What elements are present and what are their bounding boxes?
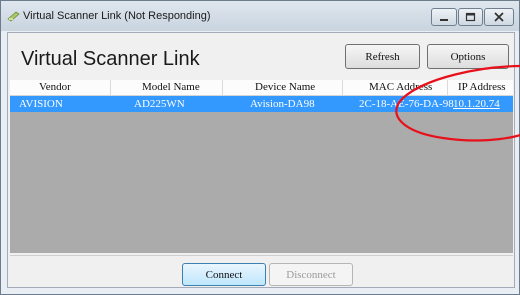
window-title: Virtual Scanner Link (Not Responding)	[23, 10, 211, 22]
column-header-ip[interactable]: IP Address	[458, 81, 506, 93]
app-window: Virtual Scanner Link (Not Responding) Vi…	[0, 0, 520, 295]
minimize-icon	[440, 19, 448, 21]
cell-ip-link[interactable]: 10.1.20.74	[453, 98, 500, 110]
device-list[interactable]: Vendor Model Name Device Name MAC Addres…	[10, 80, 513, 253]
scanner-app-icon	[7, 11, 20, 22]
table-header: Vendor Model Name Device Name MAC Addres…	[10, 80, 513, 96]
options-button[interactable]: Options	[427, 44, 509, 69]
column-header-device[interactable]: Device Name	[255, 81, 315, 93]
column-header-model[interactable]: Model Name	[142, 81, 200, 93]
column-divider[interactable]	[342, 80, 343, 95]
cell-model: AD225WN	[134, 98, 185, 110]
cell-device: Avision-DA98	[250, 98, 315, 110]
column-header-vendor[interactable]: Vendor	[39, 81, 71, 93]
page-title: Virtual Scanner Link	[21, 48, 200, 70]
connect-button[interactable]: Connect	[182, 263, 266, 286]
refresh-button[interactable]: Refresh	[345, 44, 420, 69]
close-button[interactable]	[484, 8, 514, 26]
disconnect-button: Disconnect	[269, 263, 353, 286]
title-bar[interactable]: Virtual Scanner Link (Not Responding)	[1, 1, 519, 31]
column-header-mac[interactable]: MAC Address	[369, 81, 432, 93]
column-divider[interactable]	[447, 80, 448, 95]
column-divider[interactable]	[222, 80, 223, 95]
cell-vendor: AVISION	[19, 98, 63, 110]
maximize-icon	[465, 12, 476, 22]
cell-mac: 2C-18-AE-76-DA-98	[359, 98, 454, 110]
close-icon	[494, 12, 504, 22]
table-row[interactable]: AVISION AD225WN Avision-DA98 2C-18-AE-76…	[10, 96, 513, 112]
column-divider[interactable]	[110, 80, 111, 95]
minimize-button[interactable]	[431, 8, 457, 26]
maximize-button[interactable]	[458, 8, 483, 26]
